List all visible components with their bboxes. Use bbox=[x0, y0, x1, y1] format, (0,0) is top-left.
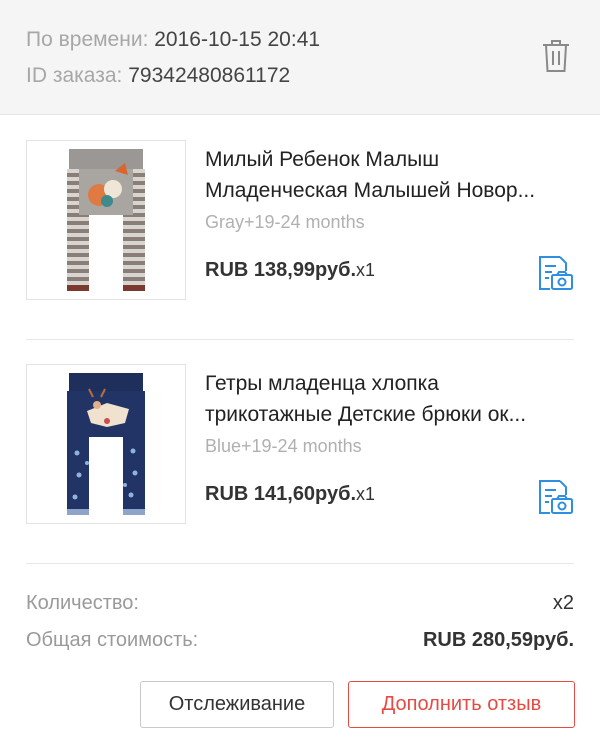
product-title-line: трикотажные Детские брюки ок... bbox=[205, 403, 527, 426]
track-button[interactable]: Отслеживание bbox=[140, 681, 334, 728]
divider bbox=[26, 563, 574, 564]
item-quantity: x1 bbox=[356, 484, 376, 504]
quantity-label: Количество: bbox=[26, 592, 139, 614]
product-variant: Blue+19-24 months bbox=[205, 436, 362, 456]
order-item[interactable]: Гетры младенца хлопка трикотажные Детски… bbox=[0, 340, 600, 564]
quantity-value: x2 bbox=[552, 592, 574, 614]
order-id-label: ID заказа: bbox=[26, 64, 123, 87]
order-time-value: 2016-10-15 20:41 bbox=[154, 28, 321, 51]
order-header: По времени: 2016-10-15 20:41 ID заказа: … bbox=[0, 0, 600, 115]
total-label: Общая стоимость: bbox=[26, 629, 199, 651]
add-review-photo-icon[interactable] bbox=[536, 478, 574, 516]
summary-total: Общая стоимость: RUB 280,59руб. bbox=[26, 625, 574, 655]
product-image[interactable] bbox=[26, 364, 186, 524]
product-price: RUB 141,60руб.x1 bbox=[205, 483, 375, 506]
product-title-line: Младенческая Малышей Новор... bbox=[205, 179, 536, 202]
price-value: RUB 138,99руб. bbox=[205, 259, 357, 281]
product-title-line: Гетры младенца хлопка bbox=[205, 372, 439, 395]
add-review-photo-icon[interactable] bbox=[536, 254, 574, 292]
product-title[interactable]: Милый Ребенок Малыш Младенческая Малышей… bbox=[205, 144, 577, 206]
product-image[interactable] bbox=[26, 140, 186, 300]
item-quantity: x1 bbox=[356, 260, 376, 280]
product-title-line: Милый Ребенок Малыш bbox=[205, 148, 440, 171]
summary-quantity: Количество: x2 bbox=[26, 588, 574, 618]
order-item[interactable]: Милый Ребенок Малыш Младенческая Малышей… bbox=[0, 116, 600, 340]
order-id: ID заказа: 79342480861172 bbox=[26, 63, 290, 89]
price-value: RUB 141,60руб. bbox=[205, 483, 357, 505]
order-id-value: 79342480861172 bbox=[128, 64, 291, 87]
trash-icon[interactable] bbox=[540, 38, 572, 74]
total-value: RUB 280,59руб. bbox=[422, 629, 574, 651]
order-time: По времени: 2016-10-15 20:41 bbox=[26, 27, 320, 53]
product-variant: Gray+19-24 months bbox=[205, 212, 365, 232]
add-review-button[interactable]: Дополнить отзыв bbox=[348, 681, 575, 728]
product-price: RUB 138,99руб.x1 bbox=[205, 259, 375, 282]
product-title[interactable]: Гетры младенца хлопка трикотажные Детски… bbox=[205, 368, 577, 430]
order-time-label: По времени: bbox=[26, 28, 149, 51]
